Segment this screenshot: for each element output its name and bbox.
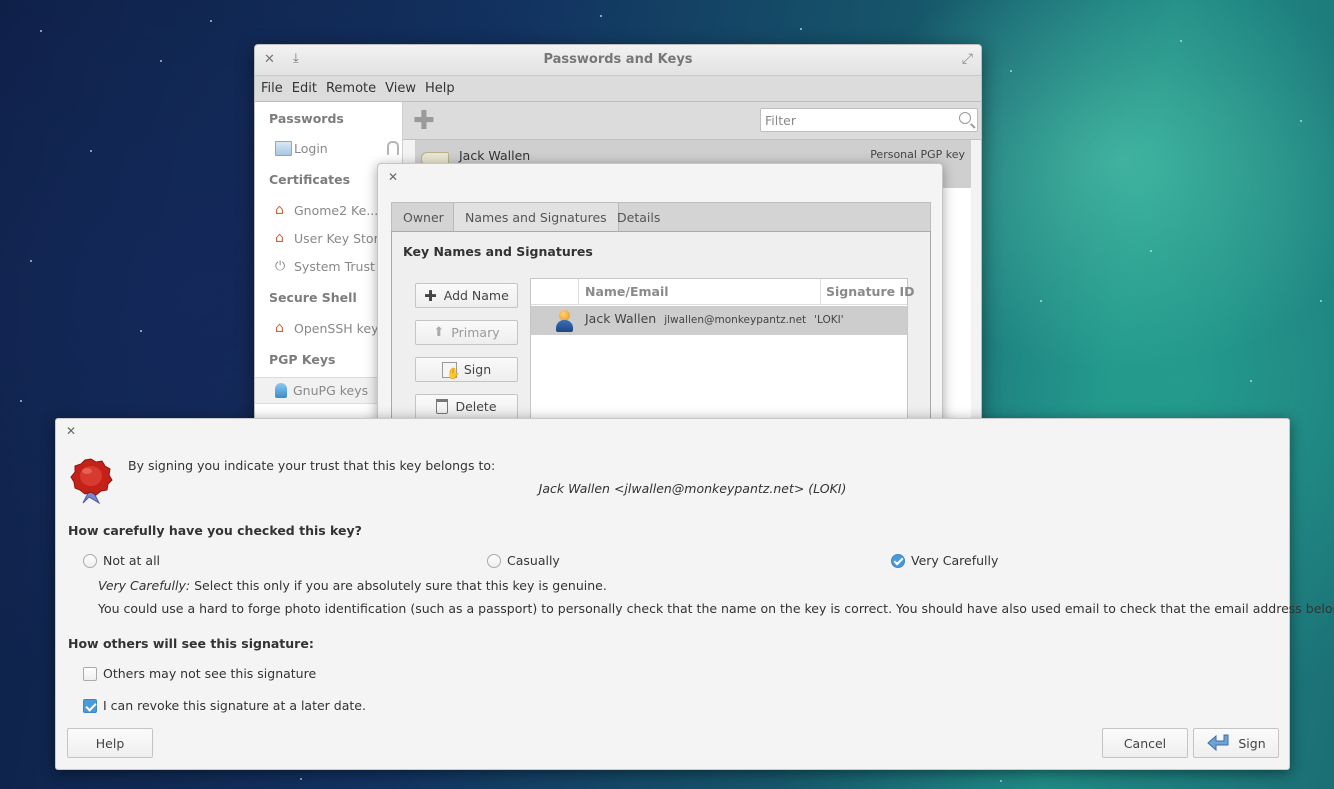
radio-button[interactable] — [83, 553, 97, 568]
names-table: Name/Email Signature ID Jack Wallen jlwa… — [530, 278, 914, 424]
uid-name: Jack Wallen — [585, 311, 657, 326]
home-icon: ⌂ — [275, 320, 284, 336]
sidebar-heading-passwords: Passwords — [269, 111, 344, 126]
button-label: Add Name — [443, 288, 509, 303]
gnupg-icon — [275, 383, 287, 398]
arrow-up-icon: ⬆ — [433, 325, 445, 340]
titlebar: ✕ ⤓ Passwords and Keys ⤢ — [255, 45, 981, 76]
button-label: Sign — [463, 362, 492, 377]
filter-input[interactable] — [760, 108, 978, 132]
sidebar-heading-certificates: Certificates — [269, 172, 351, 187]
sidebar-item-label: Gnome2 Ke... — [294, 203, 379, 218]
sign-document-icon: ✋ — [441, 361, 461, 379]
close-icon[interactable]: ✕ — [388, 170, 398, 184]
radio-very-carefully[interactable]: Very Carefully — [891, 553, 998, 568]
radio-label: Casually — [507, 553, 560, 568]
sign-button[interactable]: ✋ Sign — [415, 357, 518, 382]
column-name-email[interactable]: Name/Email — [579, 279, 821, 305]
primary-button[interactable]: ⬆ Primary — [415, 320, 518, 345]
table-row[interactable]: Jack Wallen jlwallen@monkeypantz.net 'LO… — [531, 306, 907, 335]
uid-comment: 'LOKI' — [814, 314, 844, 326]
home-icon: ⌂ — [275, 230, 284, 246]
sidebar-item-gnupg-keys[interactable]: GnuPG keys — [275, 383, 368, 398]
button-label: Sign — [1238, 735, 1266, 751]
trash-icon — [436, 399, 449, 414]
power-icon: ⏻ — [275, 259, 286, 274]
table-header: Name/Email Signature ID — [531, 279, 914, 305]
add-icon[interactable]: ✚ — [413, 108, 435, 134]
enter-arrow-icon — [1207, 734, 1229, 752]
person-icon — [556, 310, 573, 332]
help-button[interactable]: Help — [67, 728, 153, 758]
names-and-signatures-page: Key Names and Signatures ✚ Add Name ⬆ Pr… — [391, 231, 931, 424]
radio-button[interactable] — [487, 553, 501, 568]
description-emphasis: Very Carefully: — [98, 578, 191, 593]
checkbox-label: I can revoke this signature at a later d… — [103, 698, 366, 713]
radio-label: Not at all — [103, 553, 161, 568]
column-icon — [531, 279, 579, 305]
radio-label: Very Carefully — [911, 553, 999, 568]
description-line-2: You could use a hard to forge photo iden… — [98, 601, 1334, 616]
tab-owner[interactable]: Owner — [392, 203, 456, 232]
home-icon: ⌂ — [275, 202, 284, 218]
plus-icon: ✚ — [424, 286, 437, 305]
sidebar-item-openssh-keys[interactable]: ⌂ OpenSSH keys — [275, 320, 386, 337]
visibility-heading: How others will see this signature: — [68, 636, 314, 651]
menu-view[interactable]: View — [385, 81, 416, 96]
key-type: Personal PGP key — [870, 148, 965, 161]
uid-text: Jack Wallen jlwallen@monkeypantz.net 'LO… — [585, 311, 844, 326]
window-title: Passwords and Keys — [543, 52, 693, 67]
key-properties-dialog: ✕ Owner Names and Signatures Details Key… — [377, 163, 943, 425]
checkbox-others-may-not-see[interactable]: Others may not see this signature — [83, 666, 316, 681]
tab-details[interactable]: Details — [606, 203, 671, 232]
key-identity: Jack Wallen <jlwallen@monkeypantz.net> (… — [538, 481, 847, 496]
sign-confirm-button[interactable]: Sign — [1193, 728, 1279, 758]
lock-icon[interactable] — [387, 141, 399, 155]
button-label: Primary — [451, 325, 500, 340]
sidebar-item-system-trust[interactable]: ⏻ System Trust — [275, 259, 375, 274]
description-text: Select this only if you are absolutely s… — [190, 578, 607, 593]
search-icon — [959, 112, 971, 124]
column-signature-id[interactable]: Signature ID — [821, 279, 914, 305]
toolbar: ✚ — [403, 102, 981, 140]
check-heading: How carefully have you checked this key? — [68, 523, 362, 538]
sidebar-item-label: GnuPG keys — [293, 383, 369, 398]
sidebar-heading-pgp-keys: PGP Keys — [269, 352, 336, 367]
radio-casually[interactable]: Casually — [487, 553, 560, 568]
tab-bar: Owner Names and Signatures Details — [391, 202, 931, 233]
checkbox-can-revoke[interactable]: I can revoke this signature at a later d… — [83, 698, 366, 713]
sidebar-item-login[interactable]: Login — [275, 141, 399, 156]
tab-names-and-signatures[interactable]: Names and Signatures — [453, 203, 619, 233]
sidebar-item-gnome2-keyring[interactable]: ⌂ Gnome2 Ke... — [275, 202, 379, 219]
uid-email: jlwallen@monkeypantz.net — [664, 314, 807, 326]
intro-text: By signing you indicate your trust that … — [128, 458, 496, 473]
sidebar-item-label: OpenSSH keys — [294, 321, 386, 336]
sign-key-dialog: ✕ By signing you indicate your trust tha… — [55, 418, 1334, 770]
close-icon[interactable]: ✕ — [66, 424, 76, 438]
sidebar-heading-secure-shell: Secure Shell — [269, 290, 357, 305]
checkbox-label: Others may not see this signature — [103, 666, 317, 681]
delete-button[interactable]: Delete — [415, 394, 518, 419]
sidebar-item-label: Login — [294, 141, 328, 156]
checkbox-checked[interactable] — [83, 698, 97, 713]
key-name: Jack Wallen — [459, 148, 531, 163]
button-label: Delete — [455, 399, 497, 414]
cancel-button[interactable]: Cancel — [1102, 728, 1188, 758]
menubar: File Edit Remote View Help — [255, 76, 981, 102]
sidebar-item-label: System Trust — [294, 259, 375, 274]
section-title: Key Names and Signatures — [403, 244, 593, 259]
menu-help[interactable]: Help — [425, 81, 455, 96]
folder-icon — [275, 141, 292, 156]
menu-file[interactable]: File — [261, 81, 283, 96]
radio-not-at-all[interactable]: Not at all — [83, 553, 160, 568]
menu-remote[interactable]: Remote — [326, 81, 376, 96]
description-line-1: Very Carefully: Select this only if you … — [98, 578, 607, 593]
radio-button-checked[interactable] — [891, 553, 905, 568]
checkbox[interactable] — [83, 666, 97, 681]
add-name-button[interactable]: ✚ Add Name — [415, 283, 518, 308]
window-maximize-icon[interactable]: ⤢ — [962, 51, 973, 67]
menu-edit[interactable]: Edit — [292, 81, 317, 96]
